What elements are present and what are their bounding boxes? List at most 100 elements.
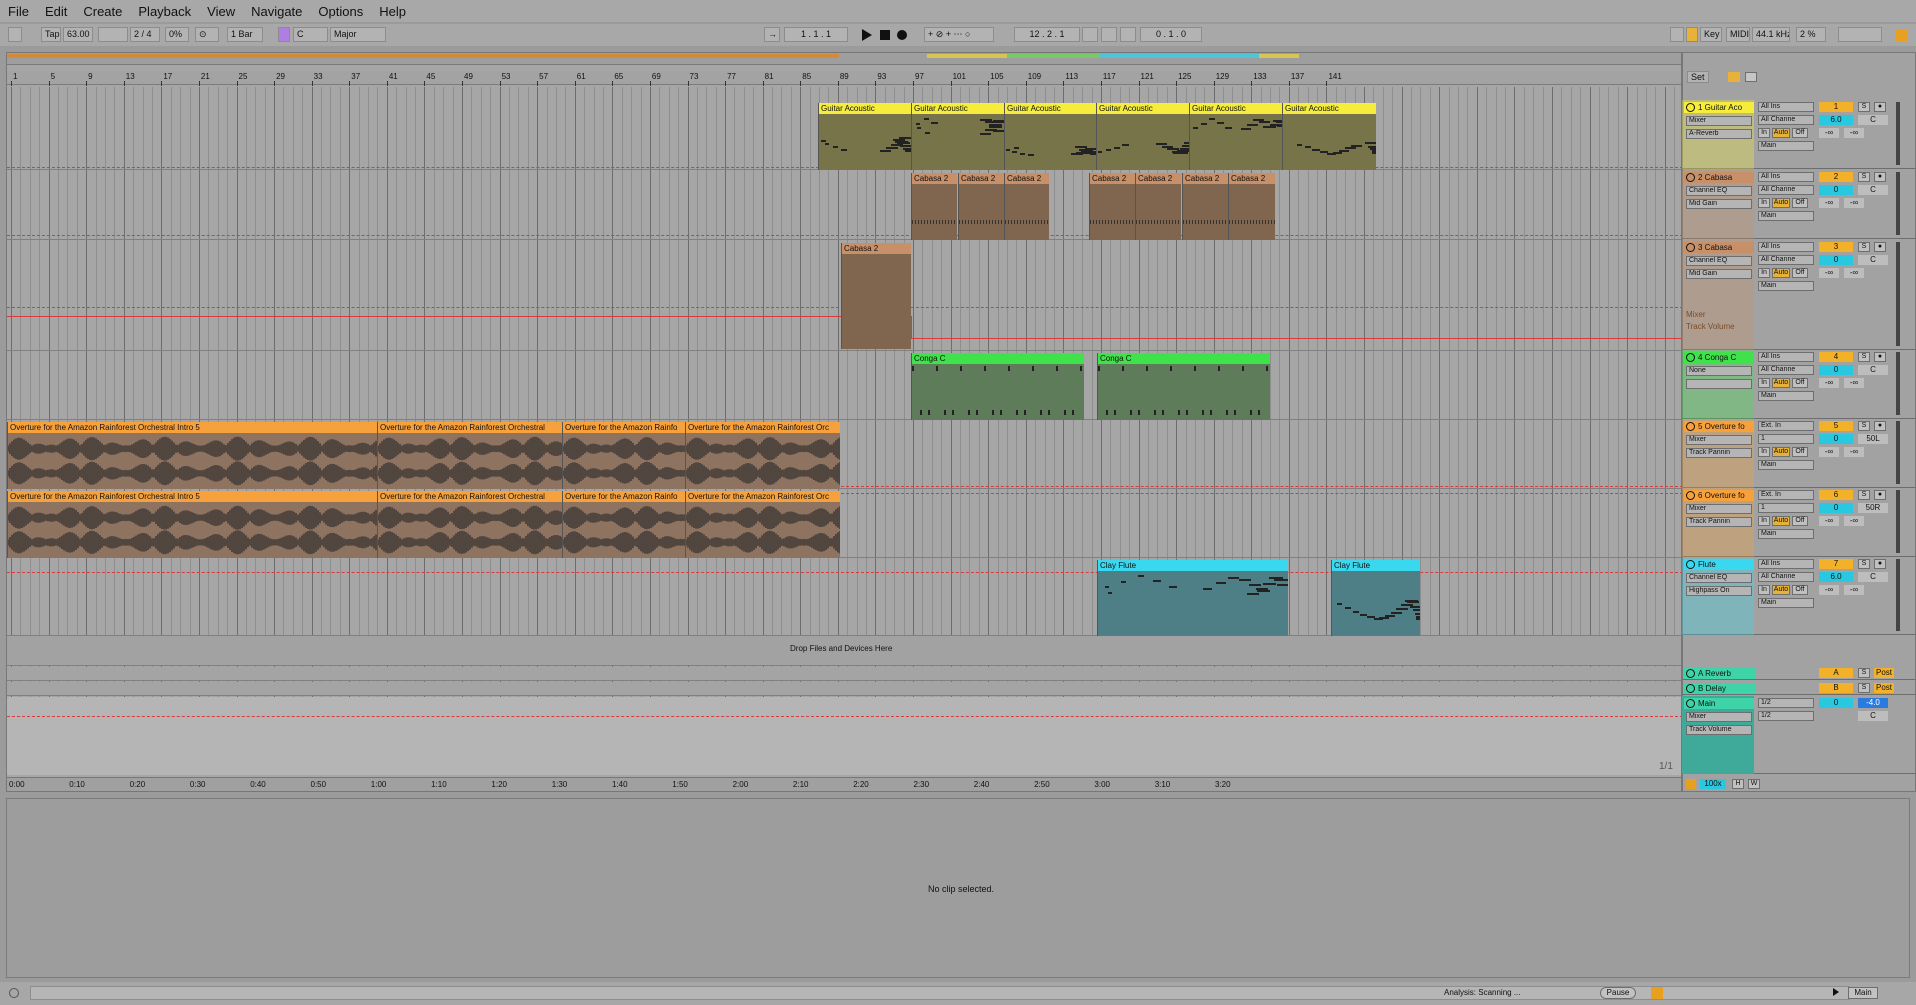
send-b-field[interactable]: -∞ bbox=[1844, 198, 1864, 208]
monitor-in-button[interactable]: In bbox=[1758, 585, 1770, 595]
parameter-chooser[interactable]: Track Pannin bbox=[1686, 517, 1752, 527]
beat-ruler[interactable]: 1 5 9 13 17 21 25 29 33 37 41 45 49 53 57 61 65 69 73 77 81 8… bbox=[7, 71, 1681, 86]
quantize-dropdown[interactable]: 1 Bar bbox=[227, 27, 263, 42]
scale-dropdown[interactable]: Major bbox=[330, 27, 386, 42]
clip-clay-flute[interactable]: Clay Flute bbox=[1331, 560, 1420, 636]
volume-field[interactable]: 0 bbox=[1819, 503, 1853, 513]
key-map-button[interactable]: Key bbox=[1700, 27, 1722, 42]
return-activator[interactable]: B bbox=[1819, 683, 1853, 693]
device-chooser[interactable]: None bbox=[1686, 366, 1752, 376]
send-a-field[interactable]: -∞ bbox=[1819, 447, 1839, 457]
solo-button[interactable]: S bbox=[1858, 352, 1870, 362]
menu-navigate[interactable]: Navigate bbox=[251, 4, 302, 19]
clip-guitar-acoustic[interactable]: Guitar Acoustic bbox=[818, 103, 911, 170]
menu-options[interactable]: Options bbox=[318, 4, 363, 19]
punch-in-icon[interactable] bbox=[1101, 27, 1117, 42]
input-type-dropdown[interactable]: All Ins bbox=[1758, 559, 1814, 569]
clip-guitar-acoustic[interactable]: Guitar Acoustic bbox=[1282, 103, 1376, 170]
track-activator[interactable]: 1 bbox=[1819, 102, 1853, 112]
input-type-dropdown[interactable]: All Ins bbox=[1758, 172, 1814, 182]
input-channel-dropdown[interactable]: All Channe bbox=[1758, 255, 1814, 265]
output-dropdown[interactable]: Main bbox=[1758, 281, 1814, 291]
menu-help[interactable]: Help bbox=[379, 4, 406, 19]
warning-icon[interactable] bbox=[1651, 987, 1663, 999]
arm-icon[interactable]: ● bbox=[1874, 352, 1886, 362]
solo-button[interactable]: S bbox=[1858, 421, 1870, 431]
lock-icon[interactable] bbox=[1745, 72, 1757, 82]
monitor-auto-button[interactable]: Auto bbox=[1772, 268, 1790, 278]
volume-field[interactable]: 0 bbox=[1819, 434, 1853, 444]
pan-field[interactable]: C bbox=[1858, 115, 1888, 125]
clip-cabasa[interactable]: Cabasa 2 bbox=[841, 243, 911, 349]
clip-overture[interactable]: Overture for the Amazon Rainforest Orche… bbox=[7, 422, 377, 489]
send-a-field[interactable]: -∞ bbox=[1819, 585, 1839, 595]
track-fold-icon[interactable] bbox=[1686, 173, 1695, 182]
monitor-off-button[interactable]: Off bbox=[1792, 378, 1808, 388]
tap-button[interactable]: Tap bbox=[41, 27, 61, 42]
pan-field[interactable]: C bbox=[1858, 572, 1888, 582]
return-send-mode[interactable]: Post bbox=[1874, 668, 1894, 678]
clip-overture[interactable]: Overture for the Amazon Rainforest Orc bbox=[685, 422, 840, 489]
parameter-chooser[interactable]: A-Reverb bbox=[1686, 129, 1752, 139]
drop-area[interactable]: Drop Files and Devices Here bbox=[7, 636, 1681, 666]
arm-icon[interactable]: ● bbox=[1874, 102, 1886, 112]
lane-return-b[interactable] bbox=[7, 682, 1681, 696]
input-channel-dropdown[interactable]: 1 bbox=[1758, 503, 1814, 513]
send-a-field[interactable]: -∞ bbox=[1819, 128, 1839, 138]
volume-field[interactable]: 0 bbox=[1819, 255, 1853, 265]
clip-conga[interactable]: Conga C bbox=[911, 353, 1084, 420]
device-chooser[interactable]: Mixer bbox=[1686, 116, 1752, 126]
return-send-mode[interactable]: Post bbox=[1874, 683, 1894, 693]
input-type-dropdown[interactable]: Ext. In bbox=[1758, 490, 1814, 500]
monitor-auto-button[interactable]: Auto bbox=[1772, 378, 1790, 388]
link-icon[interactable] bbox=[8, 27, 22, 42]
tempo-field[interactable]: 63.00 bbox=[63, 27, 93, 42]
return-activator[interactable]: A bbox=[1819, 668, 1853, 678]
output-dropdown[interactable]: Main bbox=[1758, 141, 1814, 151]
loop-start-field[interactable]: 12 . 2 . 1 bbox=[1014, 27, 1080, 42]
pan-field[interactable]: 50L bbox=[1858, 434, 1888, 444]
main-output-button[interactable]: Main bbox=[1848, 987, 1878, 999]
track-activator[interactable]: 3 bbox=[1819, 242, 1853, 252]
track-activator[interactable]: 4 bbox=[1819, 352, 1853, 362]
arm-icon[interactable]: ● bbox=[1874, 172, 1886, 182]
send-b-field[interactable]: -∞ bbox=[1844, 447, 1864, 457]
menu-playback[interactable]: Playback bbox=[138, 4, 191, 19]
track-fold-icon[interactable] bbox=[1686, 103, 1695, 112]
volume-field[interactable]: 6.0 bbox=[1819, 115, 1853, 125]
pan-field[interactable]: C bbox=[1858, 185, 1888, 195]
follow-arrangement-icon[interactable]: → bbox=[764, 27, 780, 42]
volume-field[interactable]: 6.0 bbox=[1819, 572, 1853, 582]
metronome-icon[interactable] bbox=[98, 27, 128, 42]
monitor-auto-button[interactable]: Auto bbox=[1772, 585, 1790, 595]
device-chooser[interactable]: Mixer bbox=[1686, 435, 1752, 445]
record-button[interactable] bbox=[897, 30, 907, 40]
send-a-field[interactable]: -∞ bbox=[1819, 378, 1839, 388]
output-dropdown[interactable]: Main bbox=[1758, 529, 1814, 539]
output-dropdown[interactable]: Main bbox=[1758, 460, 1814, 470]
arm-icon[interactable]: ● bbox=[1874, 421, 1886, 431]
monitor-auto-button[interactable]: Auto bbox=[1772, 128, 1790, 138]
clip-cabasa[interactable]: Cabasa 2 bbox=[1182, 173, 1228, 240]
solo-button[interactable]: S bbox=[1858, 102, 1870, 112]
monitor-off-button[interactable]: Off bbox=[1792, 447, 1808, 457]
track-activator[interactable]: 5 bbox=[1819, 421, 1853, 431]
track-activator[interactable]: 7 bbox=[1819, 559, 1853, 569]
clip-cabasa[interactable]: Cabasa 2 bbox=[1135, 173, 1181, 240]
solo-button[interactable]: S bbox=[1858, 172, 1870, 182]
send-a-field[interactable]: -∞ bbox=[1819, 198, 1839, 208]
song-overview[interactable] bbox=[7, 53, 1681, 65]
detail-view[interactable]: No clip selected. bbox=[6, 798, 1910, 978]
device-chooser[interactable]: Channel EQ bbox=[1686, 256, 1752, 266]
return-solo-button[interactable]: S bbox=[1858, 683, 1870, 693]
loop-icon[interactable] bbox=[1082, 27, 1098, 42]
solo-button[interactable]: S bbox=[1858, 242, 1870, 252]
draw-mode-icon[interactable] bbox=[1670, 27, 1684, 42]
main-output-2[interactable]: 1/2 bbox=[1758, 711, 1814, 721]
send-a-field[interactable]: -∞ bbox=[1819, 516, 1839, 526]
arm-icon[interactable]: ● bbox=[1874, 242, 1886, 252]
zoom-field[interactable]: 100x bbox=[1700, 779, 1726, 789]
overdub-buttons[interactable]: + ⊘ + ⋯ ○ bbox=[924, 27, 994, 42]
groove-amount-field[interactable]: 0% bbox=[165, 27, 189, 42]
menu-view[interactable]: View bbox=[207, 4, 235, 19]
